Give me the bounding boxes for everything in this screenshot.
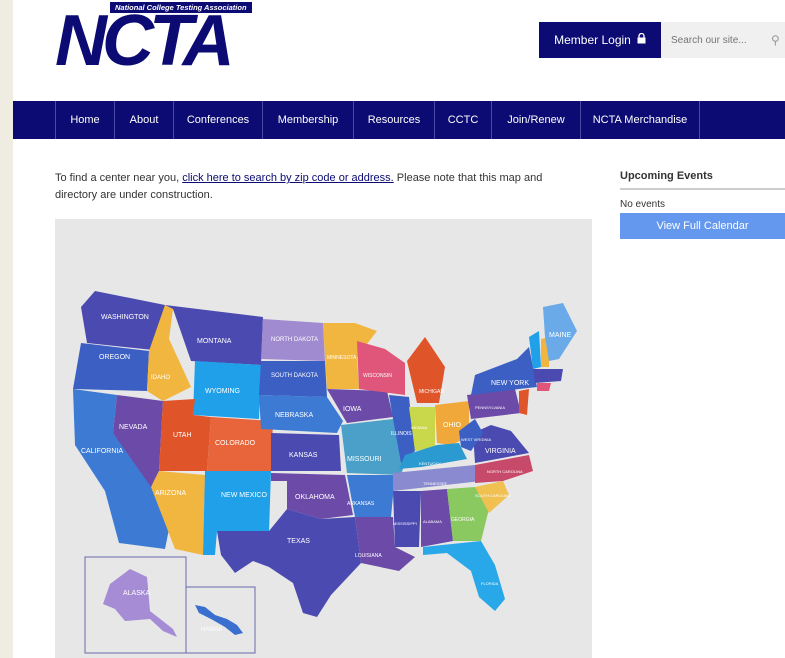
label-washington: WASHINGTON [101,314,149,321]
events-sidebar: Upcoming Events No events View Full Cale… [620,170,785,239]
arkansas-shape[interactable] [347,475,395,517]
nav-item-merchandise[interactable]: NCTA Merchandise [581,101,700,139]
label-alabama: ALABAMA [423,519,442,524]
label-louisiana: LOUISIANA [355,553,382,559]
label-idaho: IDAHO [151,375,170,381]
search-icon[interactable]: ⚲ [771,33,780,47]
nav-item-conferences[interactable]: Conferences [174,101,263,139]
logo-tagline: National College Testing Association [110,2,252,13]
nav-item-home[interactable]: Home [56,101,115,139]
mississippi-shape[interactable] [393,491,421,547]
label-colorado: COLORADO [215,440,256,447]
label-illinois: ILLINOIS [391,431,412,437]
label-montana: MONTANA [197,338,232,345]
label-oregon: OREGON [99,354,130,361]
upcoming-events-title: Upcoming Events [620,170,785,190]
main-nav: Home About Conferences Membership Resour… [13,101,785,139]
florida-shape[interactable] [423,541,505,611]
tennessee-shape[interactable] [393,465,481,491]
label-north-carolina: NORTH CAROLINA [487,469,523,474]
member-login-label: Member Login [554,33,631,47]
zip-search-link[interactable]: click here to search by zip code or addr… [182,172,394,184]
label-indiana: INDIANA [411,425,428,430]
nav-item-about[interactable]: About [115,101,174,139]
nav-item-resources[interactable]: Resources [354,101,435,139]
label-south-dakota: SOUTH DAKOTA [271,373,318,379]
label-north-dakota: NORTH DAKOTA [271,337,318,343]
page: NCTA National College Testing Associatio… [13,0,785,658]
us-map[interactable]: WASHINGTON OREGON CALIFORNIA NEVADA IDAH… [55,219,592,658]
label-kentucky: KENTUCKY [419,461,441,466]
no-events-text: No events [620,199,666,210]
label-west-virginia: WEST VIRGINIA [461,437,491,442]
label-georgia: GEORGIA [451,517,475,523]
label-mississippi: MISSISSIPPI [393,521,417,526]
site-search: ⚲ [661,22,785,58]
label-nebraska: NEBRASKA [275,412,313,419]
new-jersey-shape[interactable] [519,389,529,415]
intro-text: To find a center near you, click here to… [55,170,575,204]
label-arizona: ARIZONA [155,490,186,497]
nav-item-membership[interactable]: Membership [263,101,354,139]
label-south-carolina: SOUTH CAROLINA [475,493,511,498]
logo-wordmark: NCTA [55,1,235,81]
label-arkansas: ARKANSAS [347,501,375,507]
label-iowa: IOWA [343,406,362,413]
south-dakota-shape[interactable] [259,361,327,397]
connecticut-shape[interactable] [537,383,551,391]
label-pennsylvania: PENNSYLVANIA [475,405,505,410]
label-tennessee: TENNESSEE [423,481,448,486]
montana-shape[interactable] [165,305,263,365]
intro-text-before: To find a center near you, [55,172,183,184]
label-michigan: MICHIGAN [419,389,444,395]
nav-item-cctc[interactable]: CCTC [435,101,492,139]
label-utah: UTAH [173,432,192,439]
nav-item-join-renew[interactable]: Join/Renew [492,101,581,139]
label-nevada: NEVADA [119,424,148,431]
label-minnesota: MINNESOTA [327,355,357,361]
wisconsin-shape[interactable] [357,341,405,395]
label-missouri: MISSOURI [347,456,382,463]
nav-spacer [13,101,56,139]
ncta-logo[interactable]: NCTA National College Testing Associatio… [55,2,287,77]
label-alaska: ALASKA [123,590,151,597]
lock-icon [637,32,646,47]
label-california: CALIFORNIA [81,448,123,455]
label-virginia: VIRGINIA [485,448,516,455]
search-input[interactable] [669,33,763,47]
label-kansas: KANSAS [289,452,318,459]
label-new-york: NEW YORK [491,380,529,387]
label-oklahoma: OKLAHOMA [295,494,335,501]
label-hawaii: HAWAII [201,627,222,633]
label-texas: TEXAS [287,538,310,545]
massachusetts-shape[interactable] [533,369,563,383]
view-full-calendar-button[interactable]: View Full Calendar [620,213,785,239]
new-york-shape[interactable] [471,347,537,395]
label-new-mexico: NEW MEXICO [221,492,267,499]
label-wyoming: WYOMING [205,388,240,395]
member-login-button[interactable]: Member Login [539,22,661,58]
label-maine: MAINE [549,332,572,339]
label-wisconsin: WISCONSIN [363,373,392,379]
label-ohio: OHIO [443,422,461,429]
oregon-shape[interactable] [73,343,149,391]
alaska-shape[interactable] [103,569,177,637]
label-florida: FLORIDA [481,581,499,586]
